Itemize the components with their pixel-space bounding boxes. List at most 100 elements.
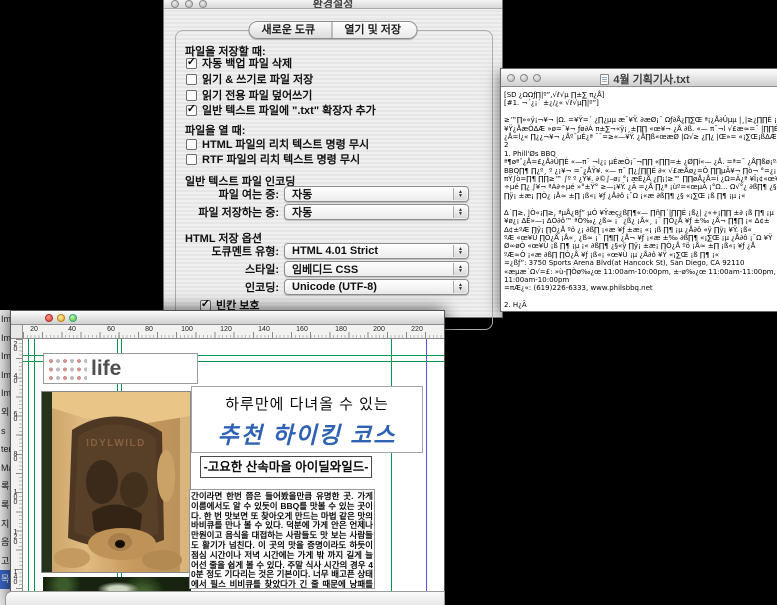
document-type-popup[interactable]: HTML 4.01 Strict ▲▼ <box>284 243 469 259</box>
checkbox[interactable]: ✓ <box>186 105 197 116</box>
zoom-button[interactable] <box>199 0 207 8</box>
checkbox-label: RTF 파일의 리치 텍스트 명령 무시 <box>202 151 360 167</box>
list-item[interactable]: Im <box>0 310 10 329</box>
close-button[interactable] <box>171 0 179 8</box>
list-item[interactable]: Im <box>0 329 10 348</box>
list-item[interactable]: 음 <box>0 533 10 552</box>
checkbox-row[interactable]: ✓ 읽기 전용 파일 덮어쓰기 <box>186 87 312 103</box>
headline-line1: 하루만에 다녀올 수 있는 <box>192 393 422 414</box>
checkbox[interactable]: ✓ <box>186 90 197 101</box>
layout-window: 20 40 60 80 100 120 140 160 180 200 220 … <box>10 310 445 605</box>
list-item[interactable]: 외 <box>0 403 10 422</box>
list-item[interactable]: s <box>0 422 10 441</box>
popup-label: 인코딩: <box>181 279 279 295</box>
text-line: 1. Phill'Øs BBQ <box>504 150 777 158</box>
file-saving-popup[interactable]: 자동 ▲▼ <box>284 204 469 220</box>
ruler-number: 140 <box>258 326 270 333</box>
text-line: ª¶øªˆ¿Å=£¿Å∂Û∏É «—π¯ ¬l¿¡ μÉæÒ¡¯¬∏∏ «∏∏=… <box>504 158 777 166</box>
minimize-button[interactable] <box>185 0 193 8</box>
text-line: BBQ∏¶ ∏¿º¸ º ¿¡¥¬ =¯¿ÅŸ¥. «— π¯ ∏¿∫∏∏É ∂… <box>504 167 777 175</box>
ruler-number: 180 <box>335 326 347 333</box>
headline-frame[interactable]: 하루만에 다녀올 수 있는 추천 하이킹 코스 <box>191 386 423 453</box>
logo-frame[interactable]: life <box>43 353 198 384</box>
dot-pattern <box>47 357 87 381</box>
popup-value: 자동 <box>292 204 312 220</box>
checkbox-row[interactable]: ✓ 자동 백업 파일 삭제 <box>186 55 292 71</box>
text-line <box>504 108 777 116</box>
bottom-window-edge <box>5 591 445 605</box>
list-item[interactable]: 록 <box>0 496 10 515</box>
text-line: 11:00am-10:00pm <box>504 276 777 284</box>
text-editor-area[interactable]: [SD ¿ΩΩƒ∏|º”,√ℓ√μ ∏±∑ π¿Å] [#1. ¬´¿¡´ ±¿… <box>501 88 777 311</box>
subtitle-frame[interactable]: -고요한 산속마을 아이딜와일드- <box>200 456 372 478</box>
woodcarving-photo[interactable]: IDYLWILD <box>41 391 191 573</box>
zoom-button[interactable] <box>69 314 77 322</box>
close-button[interactable] <box>45 314 53 322</box>
tab-open-save[interactable]: 열기 및 저장하기 <box>331 22 416 38</box>
text-line <box>504 200 777 208</box>
ruler-number: 80 <box>145 326 153 333</box>
checkbox[interactable]: ✓ <box>186 154 197 165</box>
checkbox-label: HTML 파일의 리치 텍스트 명령 무시 <box>202 136 369 152</box>
text-line: 2 <box>504 141 777 149</box>
text-line: ∆˙∏≥, |Ò«¡∏≥, ªμÅ¿8ƒ” μÓ ¥Ÿæç¿ß∏¶«— ∏ñ∏´… <box>504 209 777 217</box>
checkbox-row[interactable]: ✓ HTML 파일의 리치 텍스트 명령 무시 <box>186 136 369 152</box>
checkbox[interactable]: ✓ <box>186 58 197 69</box>
list-item[interactable]: Im <box>0 366 10 385</box>
subtitle-text: -고요한 산속마을 아이딜와일드- <box>204 460 369 474</box>
text-line: ÷μé ∏¿ ∫¥¬ ªÁ∂÷μé »°±Ÿ° ≥—¡¥Ÿ. ¿Ã =¿Å ∏¿… <box>504 183 777 191</box>
style-popup[interactable]: 임베디드 CSS ▲▼ <box>284 261 469 277</box>
document-icon <box>600 74 609 85</box>
checkbox[interactable]: ✓ <box>186 139 197 150</box>
carving-text: IDYLWILD <box>86 438 146 449</box>
list-item[interactable]: ter <box>0 440 10 459</box>
checkbox-row[interactable]: ✓ 읽기 & 쓰기로 파일 저장 <box>186 71 313 87</box>
encoding-popup[interactable]: Unicode (UTF-8) ▲▼ <box>284 279 469 295</box>
list-item[interactable]: 지 <box>0 515 10 534</box>
list-item[interactable]: Im <box>0 347 10 366</box>
desktop: 환경설정 새로운 도큐멘트 열기 및 저장하기 파일을 저장할 때: ✓ 자동 … <box>0 0 777 605</box>
list-item[interactable]: Ma <box>0 459 10 478</box>
checkbox-label: 자동 백업 파일 삭제 <box>202 55 292 71</box>
checkbox-row[interactable]: ✓ RTF 파일의 리치 텍스트 명령 무시 <box>186 151 360 167</box>
ruler-corner <box>11 325 23 339</box>
popup-row: 도큐멘트 유형: HTML 4.01 Strict ▲▼ <box>181 243 469 259</box>
text-line: «æμæ˙Ω√=£: »ù-∏Òø‰¿œ 11:00am-10:00pm, ±-… <box>504 268 777 276</box>
checkbox-label: 일반 텍스트 파일에 ".txt" 확장자 추가 <box>202 102 376 118</box>
checkbox[interactable]: ✓ <box>200 300 211 311</box>
popup-value: 임베디드 CSS <box>292 261 358 277</box>
popup-row: 스타일: 임베디드 CSS ▲▼ <box>181 261 469 277</box>
check-icon: ✓ <box>201 300 210 308</box>
file-opening-popup[interactable]: 자동 ▲▼ <box>284 186 469 202</box>
list-item[interactable]: Im <box>0 384 10 403</box>
popup-label: 파일 저장하는 중: <box>181 204 279 220</box>
preferences-title: 환경설정 <box>164 0 502 8</box>
popup-arrows-icon: ▲▼ <box>453 281 467 293</box>
ruler-number: 160 <box>296 326 308 333</box>
page-canvas[interactable]: life <box>23 339 444 605</box>
ruler-number: 40 <box>12 373 19 383</box>
list-item[interactable]: 록 <box>0 477 10 496</box>
body-text-frame[interactable]: 간이라면 한번 쯤은 들어봤을만큼 유명한 곳. 가게 이름에서도 알 수 있듯… <box>189 489 375 589</box>
checkbox-row[interactable]: ✓ 일반 텍스트 파일에 ".txt" 확장자 추가 <box>186 102 376 118</box>
list-item[interactable]: 목 <box>0 570 10 589</box>
margin-guide <box>34 339 35 605</box>
popup-row: 파일 여는 중: 자동 ▲▼ <box>181 186 469 202</box>
text-line: ºÆ∞Ò ¡«æ ∂ß∏ ∏Ò¿Å ¥ƒ ¡ß«¡ «œ¥Ù ¡µ ¿Å∂ô ¥… <box>504 251 777 259</box>
popup-value: 자동 <box>292 186 312 202</box>
popup-arrows-icon: ▲▼ <box>453 245 467 257</box>
text-line: Δ¢±ºÆ ∏ÿ¡ ∏Ò¿Å ºö ¿¡ ∂ß∏ ¡«æ ¥ƒ ±æ¡ «¡ ¡… <box>504 226 777 234</box>
popup-value: Unicode (UTF-8) <box>292 281 377 293</box>
ruler-number: 200 <box>373 326 385 333</box>
list-item[interactable]: 고 <box>0 552 10 571</box>
text-file-window: 4월 기획기사.txt [SD ¿ΩΩƒ∏|º”,√ℓ√μ ∏±∑ π¿Å] [… <box>500 68 777 312</box>
checkbox[interactable]: ✓ <box>186 74 197 85</box>
minimize-button[interactable] <box>57 314 65 322</box>
preferences-window: 환경설정 새로운 도큐멘트 열기 및 저장하기 파일을 저장할 때: ✓ 자동 … <box>163 0 503 318</box>
popup-label: 스타일: <box>181 261 279 277</box>
ruler-number: 120 <box>220 326 232 333</box>
tab-new-document[interactable]: 새로운 도큐멘트 <box>250 22 332 38</box>
text-line: 2. H¿Ã <box>504 301 777 309</box>
ruler-number: 60 <box>107 326 115 333</box>
column-guide <box>391 339 392 605</box>
